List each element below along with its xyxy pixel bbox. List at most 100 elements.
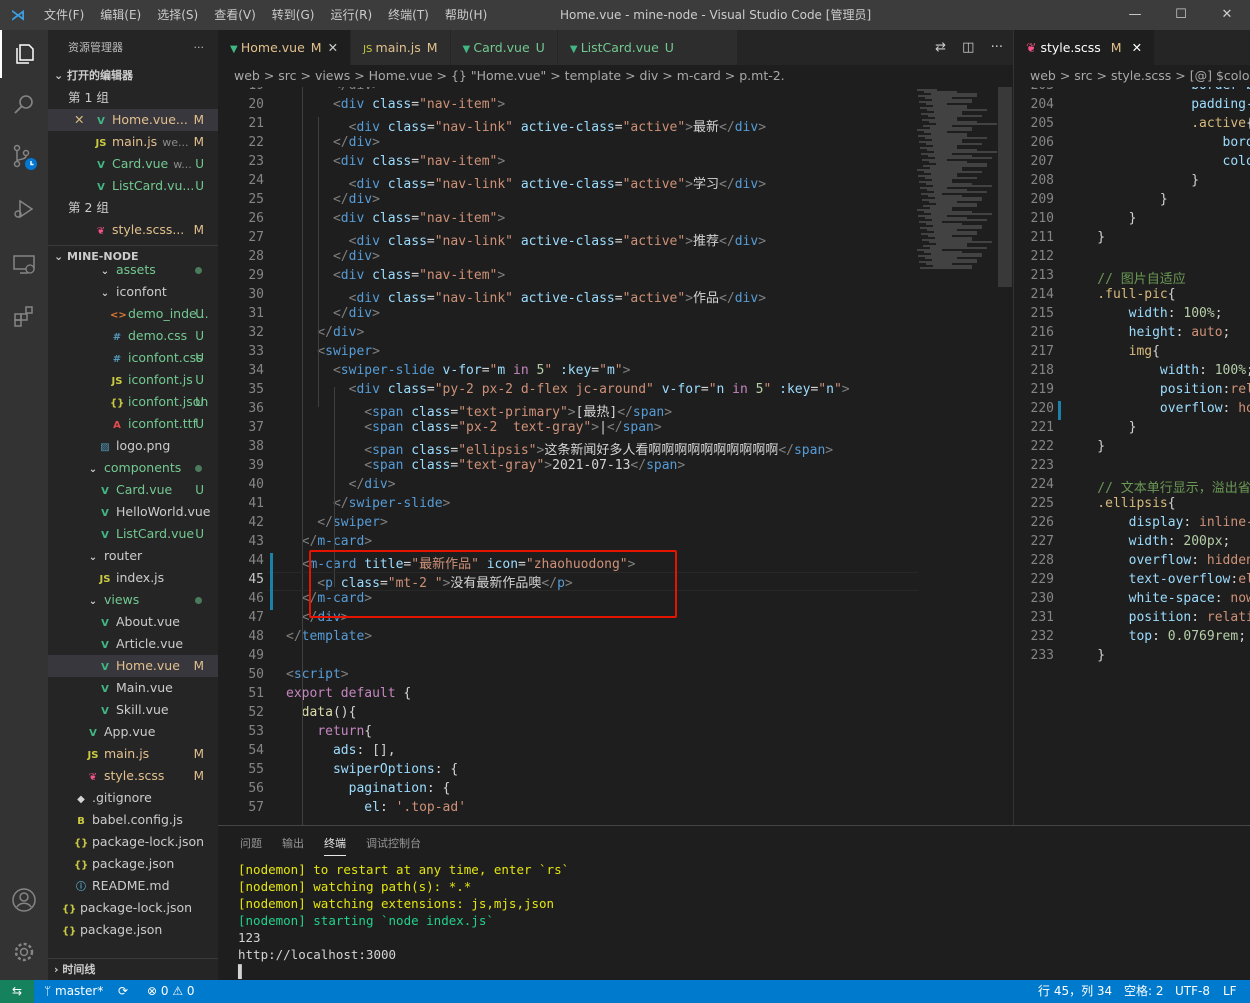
tree-item-folder[interactable]: ⌄ components [48, 457, 218, 479]
tree-item-folder[interactable]: ⌄ router [48, 545, 218, 567]
tree-item-file[interactable]: {} package-lock.json [48, 897, 218, 919]
tree-item-file[interactable]: V Skill.vue [48, 699, 218, 721]
settings-gear-icon[interactable] [0, 928, 48, 976]
open-editor-item[interactable]: V ListCard.vu... U [48, 175, 218, 197]
tree-item-file[interactable]: {} package-lock.json [48, 831, 218, 853]
tab-home-vue[interactable]: ▼ Home.vue M ✕ [218, 30, 352, 65]
git-branch[interactable]: ᛘ master* [44, 980, 103, 1003]
extensions-icon[interactable] [0, 292, 48, 340]
line-number: 225 [1030, 496, 1054, 511]
remote-explorer-icon[interactable] [0, 240, 48, 288]
close-tab-icon[interactable]: ✕ [1132, 40, 1142, 55]
breadcrumb[interactable]: web > src > views > Home.vue > {} "Home.… [218, 65, 1013, 87]
file-name: HelloWorld.vue [116, 504, 211, 519]
accounts-icon[interactable] [0, 876, 48, 924]
tree-item-file[interactable]: ◆ .gitignore [48, 787, 218, 809]
code-token: = [700, 382, 709, 397]
tree-item-file[interactable]: Bbabel.config.js [48, 809, 218, 831]
menu-item[interactable]: 文件(F) [36, 0, 92, 30]
tree-item-file[interactable]: V ListCard.vue U [48, 523, 218, 545]
tree-item-file[interactable]: V Home.vue M [48, 655, 218, 677]
split-editor-icon[interactable]: ◫ [962, 40, 974, 55]
menu-item[interactable]: 帮助(H) [437, 0, 495, 30]
search-icon[interactable] [0, 80, 48, 128]
menu-item[interactable]: 转到(G) [264, 0, 323, 30]
open-editors-section[interactable]: ⌄ 打开的编辑器 [48, 65, 218, 87]
tab-card-vue[interactable]: ▼ Card.vue U [450, 30, 558, 65]
more-actions-icon[interactable]: ··· [991, 40, 1003, 55]
open-editor-item[interactable]: ✕ V Home.vue... M [48, 109, 218, 131]
tree-item-file[interactable]: Aiconfont.ttf U [48, 413, 218, 435]
code-token: hodd [1238, 401, 1250, 416]
tab-listcard-vue[interactable]: ▼ ListCard.vue U [557, 30, 738, 65]
code-editor[interactable]: 19 </div>20 <div class="nav-item">21 <di… [218, 87, 918, 825]
tree-item-folder[interactable]: ⌄ views [48, 589, 218, 611]
open-editor-item[interactable]: ❦ style.scss... M [48, 219, 218, 241]
cursor-position[interactable]: 行 45，列 34 [1038, 980, 1112, 1003]
compare-changes-icon[interactable]: ⇄ [935, 40, 946, 55]
terminal-output[interactable]: [nodemon] to restart at any time, enter … [218, 861, 1250, 980]
open-editor-item[interactable]: JS main.js we... M [48, 131, 218, 153]
explorer-icon[interactable] [0, 30, 48, 78]
minimize-button[interactable]: — [1112, 0, 1158, 30]
menu-item[interactable]: 终端(T) [380, 0, 437, 30]
right-breadcrumb[interactable]: web > src > style.scss > [@] $colors [1014, 65, 1250, 87]
menu-item[interactable]: 选择(S) [149, 0, 206, 30]
encoding-status[interactable]: UTF-8 [1175, 980, 1210, 1003]
timeline-section[interactable]: › 时间线 [48, 958, 218, 980]
panel-tab[interactable]: 调试控制台 [366, 826, 421, 861]
sync-icon[interactable]: ⟳ [118, 980, 128, 1003]
right-code-editor[interactable]: 203 border-bot204 padding-bo205 .active{… [1014, 87, 1250, 825]
tree-item-folder[interactable]: ⌄ assets [48, 259, 218, 281]
indent-guide [302, 87, 303, 825]
tree-item-file[interactable]: {} package.json [48, 919, 218, 941]
run-debug-icon[interactable] [0, 185, 48, 233]
tree-item-file[interactable]: V About.vue [48, 611, 218, 633]
close-tab-icon[interactable]: ✕ [328, 40, 338, 55]
tree-item-file[interactable]: # iconfont.css U [48, 347, 218, 369]
editor-scrollbar[interactable] [998, 87, 1012, 287]
tree-item-file[interactable]: ⓘ README.md [48, 875, 218, 897]
tab-main-js[interactable]: JS main.js M [351, 30, 451, 65]
menu-item[interactable]: 编辑(E) [92, 0, 149, 30]
tree-item-file[interactable]: V Main.vue [48, 677, 218, 699]
panel-tab[interactable]: 终端 [324, 826, 346, 856]
tab-style-scss[interactable]: ❦ style.scss M ✕ [1014, 30, 1156, 65]
menu-item[interactable]: 运行(R) [322, 0, 380, 30]
tree-item-file[interactable]: {} package.json [48, 853, 218, 875]
tree-item-file[interactable]: V HelloWorld.vue [48, 501, 218, 523]
code-token: { [1152, 344, 1160, 359]
remote-indicator-icon[interactable]: ⇆ [0, 980, 34, 1003]
problems-status[interactable]: ⊗ 0 ⚠ 0 [147, 980, 195, 1003]
indentation-status[interactable]: 空格: 2 [1124, 980, 1164, 1003]
eol-status[interactable]: LF [1223, 980, 1237, 1003]
tree-item-file[interactable]: {} iconfont.json U [48, 391, 218, 413]
tree-item-file[interactable]: JS main.js M [48, 743, 218, 765]
tree-item-file[interactable]: ❦ style.scss M [48, 765, 218, 787]
code-token: > [497, 154, 506, 169]
tree-item-folder[interactable]: ⌄ iconfont [48, 281, 218, 303]
line-number: 24 [248, 173, 264, 188]
tree-item-file[interactable]: JS index.js [48, 567, 218, 589]
tree-item-file[interactable]: JS iconfont.js U [48, 369, 218, 391]
tree-item-file[interactable]: ▨ logo.png [48, 435, 218, 457]
panel-tab[interactable]: 输出 [282, 826, 304, 861]
tree-item-file[interactable]: # demo.css U [48, 325, 218, 347]
code-token: </ [778, 443, 794, 458]
tree-item-file[interactable]: V Article.vue [48, 633, 218, 655]
tree-item-file[interactable]: <>demo_inde... U [48, 303, 218, 325]
line-number: 221 [1030, 420, 1054, 435]
code-token: > [653, 420, 662, 435]
tree-item-file[interactable]: V App.vue [48, 721, 218, 743]
more-actions-icon[interactable]: ··· [194, 30, 205, 65]
source-control-icon[interactable] [0, 133, 48, 181]
maximize-button[interactable]: ☐ [1158, 0, 1204, 30]
menu-item[interactable]: 查看(V) [206, 0, 264, 30]
code-token: "nav-item" [419, 97, 498, 112]
json-file-icon: {} [74, 860, 89, 871]
panel-tab[interactable]: 问题 [240, 826, 262, 861]
open-editor-item[interactable]: V Card.vue w... U [48, 153, 218, 175]
close-window-button[interactable]: ✕ [1204, 0, 1250, 30]
tree-item-file[interactable]: V Card.vue U [48, 479, 218, 501]
close-editor-icon[interactable]: ✕ [74, 109, 84, 131]
